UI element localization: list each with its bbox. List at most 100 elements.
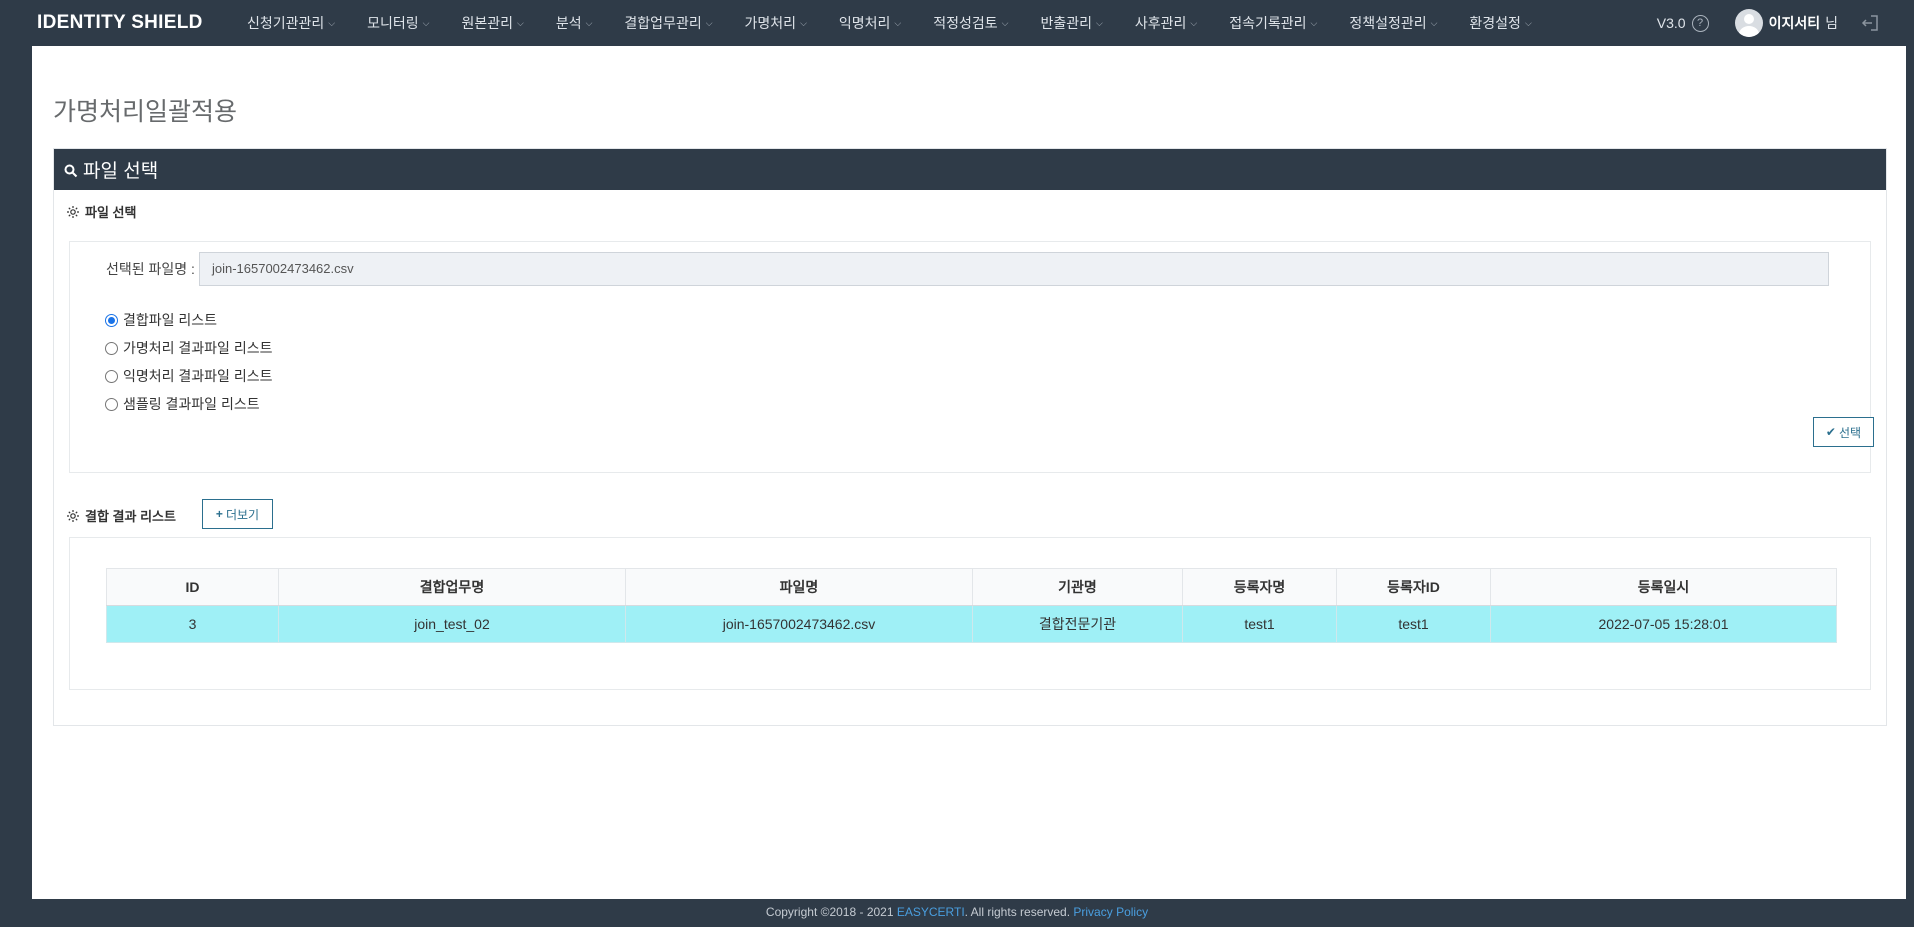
cell-job-name: join_test_02 <box>278 605 626 643</box>
select-button-label: 선택 <box>1838 425 1862 440</box>
result-section-label: 결합 결과 리스트 <box>66 506 176 525</box>
chevron-down-icon: ⌵ <box>1524 17 1532 28</box>
nav-item-access-log-mgmt[interactable]: 접속기록관리 ⌵ <box>1229 13 1317 33</box>
radio-anonym-result-list[interactable]: 익명처리 결과파일 리스트 <box>105 362 272 390</box>
nav-item-policy-mgmt[interactable]: 정책설정관리 ⌵ <box>1349 13 1437 33</box>
selected-file-input[interactable]: join-1657002473462.csv <box>198 252 1829 286</box>
radio-button[interactable] <box>105 397 118 411</box>
select-button[interactable]: ✔ 선택 <box>1813 417 1874 447</box>
radio-label: 가명처리 결과파일 리스트 <box>123 340 273 356</box>
column-header-file-name[interactable]: 파일명 <box>625 568 973 606</box>
column-header-org-name[interactable]: 기관명 <box>972 568 1183 606</box>
chevron-down-icon: ⌵ <box>328 17 336 28</box>
brand-logo[interactable]: IDENTITY SHIELD <box>37 12 247 34</box>
nav-item-label: 적정성검토 <box>933 15 998 31</box>
cell-registrant-id: test1 <box>1336 605 1491 643</box>
radio-label: 익명처리 결과파일 리스트 <box>123 368 273 384</box>
privacy-policy-link[interactable]: Privacy Policy <box>1073 905 1148 919</box>
user-area: V3.0 ? 이지서티 님 <box>1657 0 1914 46</box>
nav-item-pseudonymization[interactable]: 가명처리 ⌵ <box>745 13 807 33</box>
result-list-box: ID 결합업무명 파일명 기관명 등록자명 등록자ID 등록일시 3 join_… <box>69 537 1871 690</box>
nav-item-label: 환경설정 <box>1469 15 1521 31</box>
nav-item-label: 정책설정관리 <box>1349 15 1427 31</box>
more-button[interactable]: + 더보기 <box>202 499 273 529</box>
result-section-title: 결합 결과 리스트 <box>85 509 176 524</box>
chevron-down-icon: ⌵ <box>705 17 713 28</box>
chevron-down-icon: ⌵ <box>517 17 524 28</box>
nav-item-label: 접속기록관리 <box>1229 15 1307 31</box>
radio-button[interactable] <box>105 369 118 383</box>
file-type-radio-group: 결합파일 리스트 가명처리 결과파일 리스트 익명처리 결과파일 리스트 샘플링… <box>105 306 272 418</box>
chevron-down-icon: ⌵ <box>1430 17 1438 28</box>
nav-item-anonymization[interactable]: 익명처리 ⌵ <box>839 13 901 33</box>
nav-item-label: 결합업무관리 <box>624 15 702 31</box>
column-header-registrant-id[interactable]: 등록자ID <box>1336 568 1491 606</box>
result-table: ID 결합업무명 파일명 기관명 등록자명 등록자ID 등록일시 3 join_… <box>106 568 1837 643</box>
panel-heading: 파일 선택 <box>54 149 1886 190</box>
nav-item-analysis[interactable]: 분석 ⌵ <box>556 13 593 33</box>
user-suffix: 님 <box>1825 15 1838 31</box>
user-name[interactable]: 이지서티 <box>1769 13 1821 33</box>
radio-sampling-result-list[interactable]: 샘플링 결과파일 리스트 <box>105 390 272 418</box>
nav-item-adequacy-review[interactable]: 적정성검토 ⌵ <box>933 13 1008 33</box>
nav-item-export-mgmt[interactable]: 반출관리 ⌵ <box>1040 13 1102 33</box>
chevron-down-icon: ⌵ <box>1310 17 1318 28</box>
main-content: 가명처리일괄적용 파일 선택 파일 선택 선택된 파일명 : join-1657… <box>32 46 1906 899</box>
help-icon[interactable]: ? <box>1691 14 1709 32</box>
nav-item-settings[interactable]: 환경설정 ⌵ <box>1469 13 1531 33</box>
plus-icon: + <box>215 507 223 521</box>
selected-file-row: 선택된 파일명 : join-1657002473462.csv <box>106 252 1829 286</box>
column-header-registered-at[interactable]: 등록일시 <box>1490 568 1837 606</box>
table-header-row: ID 결합업무명 파일명 기관명 등록자명 등록자ID 등록일시 <box>106 568 1837 606</box>
nav-item-join-mgmt[interactable]: 결합업무관리 ⌵ <box>624 13 712 33</box>
cell-registered-at: 2022-07-05 15:28:01 <box>1490 605 1837 643</box>
top-navbar: IDENTITY SHIELD 신청기관관리 ⌵ 모니터링 ⌵ 원본관리 ⌵ 분석 ⌵ … <box>0 0 1914 46</box>
nav-item-label: 분석 <box>555 15 582 31</box>
footer: Copyright ©2018 - 2021 EASYCERTI. All ri… <box>0 905 1914 919</box>
more-button-label: 더보기 <box>225 507 260 522</box>
column-header-job-name[interactable]: 결합업무명 <box>278 568 626 606</box>
footer-company-link[interactable]: EASYCERTI <box>897 905 965 919</box>
nav-item-label: 신청기관관리 <box>247 15 325 31</box>
avatar[interactable] <box>1734 9 1763 37</box>
page-title: 가명처리일괄적용 <box>53 98 238 126</box>
panel-heading-title: 파일 선택 <box>83 161 159 182</box>
file-select-box: 선택된 파일명 : join-1657002473462.csv 결합파일 리스… <box>69 241 1874 473</box>
check-icon: ✔ <box>1825 425 1836 439</box>
file-section-title: 파일 선택 <box>85 205 137 220</box>
gear-icon <box>67 205 79 218</box>
radio-button[interactable] <box>105 313 118 327</box>
nav-item-monitoring[interactable]: 모니터링 ⌵ <box>367 13 429 33</box>
nav-item-label: 원본관리 <box>461 15 513 31</box>
file-section-label: 파일 선택 <box>66 202 136 221</box>
chevron-down-icon: ⌵ <box>894 17 902 28</box>
radio-label: 결합파일 리스트 <box>123 312 218 328</box>
table-row[interactable]: 3 join_test_02 join-1657002473462.csv 결합… <box>106 605 1837 643</box>
nav-item-source-mgmt[interactable]: 원본관리 ⌵ <box>461 13 523 33</box>
column-header-registrant-name[interactable]: 등록자명 <box>1182 568 1337 606</box>
nav-item-label: 가명처리 <box>744 15 797 31</box>
logout-icon[interactable] <box>1860 13 1880 33</box>
search-icon <box>64 164 78 178</box>
radio-pseudonym-result-list[interactable]: 가명처리 결과파일 리스트 <box>105 334 272 362</box>
nav-item-post-mgmt[interactable]: 사후관리 ⌵ <box>1135 13 1197 33</box>
main-nav: 신청기관관리 ⌵ 모니터링 ⌵ 원본관리 ⌵ 분석 ⌵ 결합업무관리 ⌵ 가명처리 ⌵ 익명… <box>247 0 1532 46</box>
radio-button[interactable] <box>105 341 118 355</box>
nav-item-label: 사후관리 <box>1134 15 1187 31</box>
file-select-panel: 파일 선택 파일 선택 선택된 파일명 : join-1657002473462… <box>53 148 1887 726</box>
footer-rights: . All rights reserved. <box>964 905 1071 919</box>
cell-registrant-name: test1 <box>1182 605 1337 643</box>
footer-copyright: Copyright ©2018 - 2021 <box>765 905 894 919</box>
version-label: V3.0 <box>1656 15 1686 31</box>
chevron-down-icon: ⌵ <box>585 17 593 28</box>
gear-icon <box>67 509 79 522</box>
column-header-id[interactable]: ID <box>106 568 279 606</box>
radio-join-file-list[interactable]: 결합파일 리스트 <box>105 306 272 334</box>
nav-item-applicant-mgmt[interactable]: 신청기관관리 ⌵ <box>247 13 335 33</box>
nav-item-label: 모니터링 <box>367 15 419 31</box>
cell-org-name: 결합전문기관 <box>972 605 1183 643</box>
cell-file-name: join-1657002473462.csv <box>625 605 973 643</box>
nav-item-label: 반출관리 <box>1040 15 1093 31</box>
cell-id: 3 <box>106 605 279 643</box>
chevron-down-icon: ⌵ <box>1096 17 1103 28</box>
